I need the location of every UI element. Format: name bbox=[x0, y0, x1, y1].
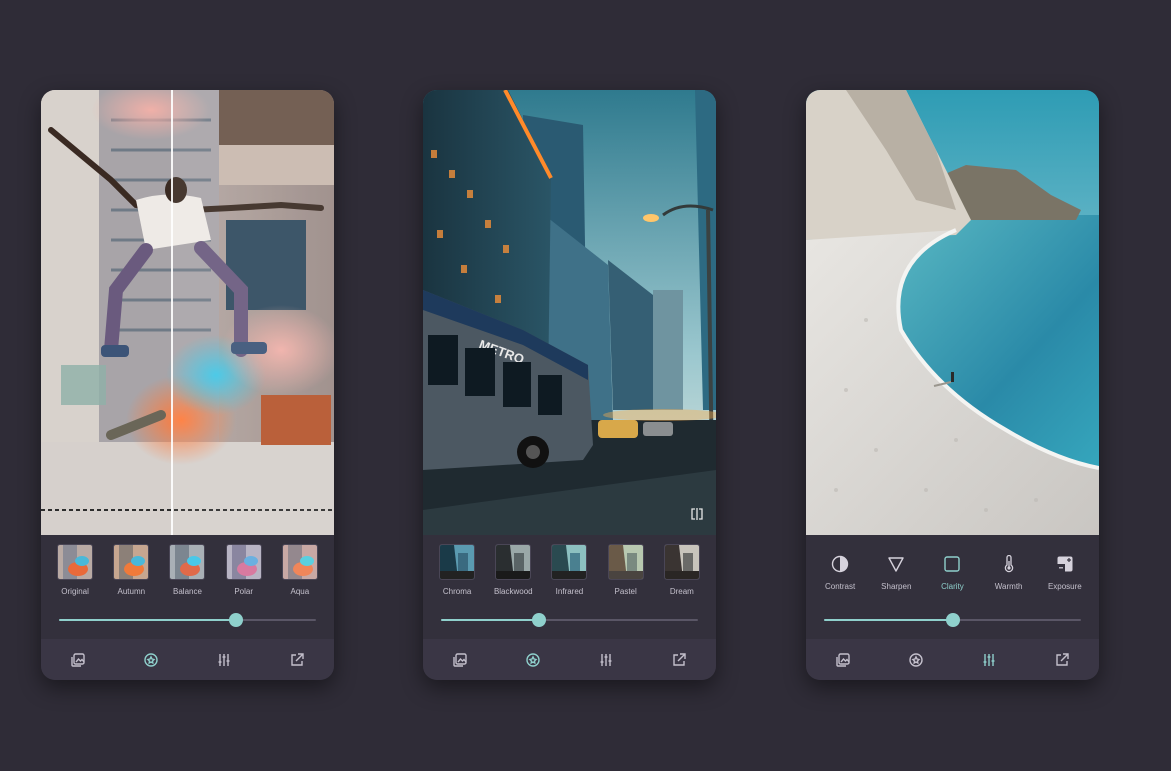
phone-screen-filters-2: METRO Chroma Blackwood Infrared Pastel D… bbox=[423, 90, 716, 680]
slider-knob[interactable] bbox=[531, 613, 546, 627]
share-icon bbox=[1056, 652, 1070, 666]
tool-exposure[interactable]: Exposure bbox=[1039, 555, 1091, 591]
compare-icon bbox=[691, 508, 703, 520]
gallery-icon bbox=[452, 652, 467, 667]
gallery-icon bbox=[835, 652, 850, 667]
filter-label: Infrared bbox=[555, 587, 584, 596]
share-icon bbox=[291, 652, 305, 666]
filter-balance[interactable]: Balance bbox=[162, 544, 212, 596]
clarity-icon bbox=[944, 556, 961, 572]
bottom-navbar bbox=[806, 639, 1099, 680]
filters-button[interactable] bbox=[136, 645, 166, 675]
bottom-navbar bbox=[41, 639, 334, 680]
filter-thumbnail bbox=[439, 544, 476, 580]
intensity-slider[interactable] bbox=[441, 613, 698, 627]
filter-panel: Original Autumn Balance Polar Aqua bbox=[41, 535, 334, 639]
filter-label: Chroma bbox=[442, 587, 472, 596]
tool-label: Clarity bbox=[941, 582, 964, 591]
share-button[interactable] bbox=[664, 645, 694, 675]
filters-icon bbox=[526, 652, 540, 667]
tool-label: Exposure bbox=[1047, 582, 1082, 591]
gallery-button[interactable] bbox=[828, 645, 858, 675]
filter-aqua[interactable]: Aqua bbox=[275, 544, 325, 596]
tool-clarity[interactable]: Clarity bbox=[926, 555, 978, 591]
adjust-panel: Contrast Sharpen Clarity Warmth Exposure bbox=[806, 535, 1099, 639]
warmth-icon bbox=[1004, 555, 1013, 573]
phone-screen-filters-1: Original Autumn Balance Polar Aqua bbox=[41, 90, 334, 680]
photo-preview[interactable]: METRO bbox=[423, 90, 716, 535]
filter-thumbnail bbox=[169, 544, 206, 580]
filter-original[interactable]: Original bbox=[50, 544, 100, 596]
intensity-slider[interactable] bbox=[59, 613, 316, 627]
filter-thumbnail bbox=[281, 544, 318, 580]
gallery-icon bbox=[70, 652, 85, 667]
filter-label: Pastel bbox=[614, 587, 637, 596]
photo-preview[interactable] bbox=[41, 90, 334, 535]
slider-knob[interactable] bbox=[945, 613, 960, 627]
slider-fill bbox=[59, 619, 237, 621]
filter-infrared[interactable]: Infrared bbox=[544, 544, 594, 596]
tool-strip: Contrast Sharpen Clarity Warmth Exposure bbox=[806, 555, 1099, 591]
filter-chroma[interactable]: Chroma bbox=[432, 544, 482, 596]
adjust-icon bbox=[218, 653, 230, 666]
filter-label: Original bbox=[61, 587, 89, 596]
adjust-icon bbox=[983, 653, 995, 666]
filter-label: Polar bbox=[234, 587, 253, 596]
filter-thumbnail bbox=[113, 544, 150, 580]
filter-thumbnail bbox=[607, 544, 644, 580]
filter-label: Blackwood bbox=[493, 587, 533, 596]
share-button[interactable] bbox=[1047, 645, 1077, 675]
filter-thumbnail bbox=[551, 544, 588, 580]
phone-screen-adjust: Contrast Sharpen Clarity Warmth Exposure bbox=[806, 90, 1099, 680]
filter-panel: Chroma Blackwood Infrared Pastel Dream bbox=[423, 535, 716, 639]
filter-dream[interactable]: Dream bbox=[657, 544, 707, 596]
filter-strip: Chroma Blackwood Infrared Pastel Dream bbox=[423, 544, 716, 596]
slider-knob[interactable] bbox=[229, 613, 244, 627]
slider-fill bbox=[824, 619, 953, 621]
adjust-button[interactable] bbox=[591, 645, 621, 675]
adjust-button[interactable] bbox=[209, 645, 239, 675]
adjust-icon bbox=[600, 653, 612, 666]
photo-preview[interactable] bbox=[806, 90, 1099, 535]
sharpen-icon bbox=[888, 557, 904, 572]
tool-label: Contrast bbox=[824, 582, 856, 591]
filter-label: Aqua bbox=[290, 587, 310, 596]
filter-polar[interactable]: Polar bbox=[219, 544, 269, 596]
contrast-icon bbox=[831, 555, 849, 573]
filter-thumbnail bbox=[57, 544, 94, 580]
filters-icon bbox=[909, 652, 923, 667]
bottom-navbar bbox=[423, 639, 716, 680]
filter-thumbnail bbox=[663, 544, 700, 580]
filter-thumbnail bbox=[495, 544, 532, 580]
filters-icon bbox=[144, 652, 158, 667]
adjust-button[interactable] bbox=[974, 645, 1004, 675]
filter-blackwood[interactable]: Blackwood bbox=[488, 544, 538, 596]
slider-fill bbox=[441, 619, 539, 621]
adjust-slider[interactable] bbox=[824, 613, 1081, 627]
filter-label: Balance bbox=[173, 587, 202, 596]
tool-label: Warmth bbox=[994, 582, 1023, 591]
tool-warmth[interactable]: Warmth bbox=[983, 555, 1035, 591]
filter-thumbnail bbox=[225, 544, 262, 580]
tool-contrast[interactable]: Contrast bbox=[814, 555, 866, 591]
filter-label: Autumn bbox=[117, 587, 146, 596]
filter-label: Dream bbox=[669, 587, 694, 596]
filters-button[interactable] bbox=[518, 645, 548, 675]
filter-pastel[interactable]: Pastel bbox=[601, 544, 651, 596]
exposure-icon bbox=[1057, 556, 1073, 572]
tool-sharpen[interactable]: Sharpen bbox=[870, 555, 922, 591]
gallery-button[interactable] bbox=[63, 645, 93, 675]
compare-button[interactable] bbox=[690, 507, 704, 521]
share-icon bbox=[673, 652, 687, 666]
filter-autumn[interactable]: Autumn bbox=[106, 544, 156, 596]
gallery-button[interactable] bbox=[445, 645, 475, 675]
filter-strip: Original Autumn Balance Polar Aqua bbox=[41, 544, 334, 596]
share-button[interactable] bbox=[282, 645, 312, 675]
filters-button[interactable] bbox=[901, 645, 931, 675]
tool-label: Sharpen bbox=[881, 582, 912, 591]
